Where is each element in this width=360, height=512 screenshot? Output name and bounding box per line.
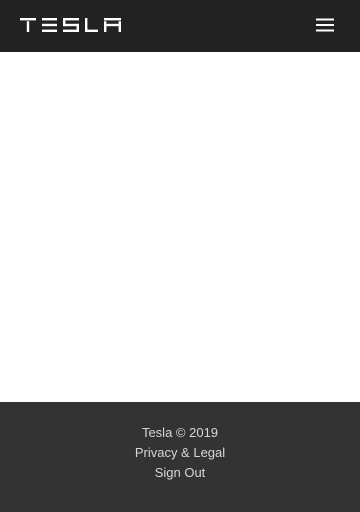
- tesla-logo[interactable]: [20, 18, 121, 32]
- page-footer: Tesla © 2019 Privacy & Legal Sign Out: [0, 402, 360, 512]
- copyright-text: Tesla © 2019: [141, 425, 219, 440]
- privacy-legal-link[interactable]: Privacy & Legal: [135, 445, 225, 460]
- main-content-area: [0, 52, 360, 402]
- sign-out-link[interactable]: Sign Out: [155, 465, 206, 480]
- top-nav-bar: [0, 0, 360, 52]
- menu-button[interactable]: [308, 10, 342, 40]
- tesla-wordmark-icon: [20, 18, 121, 32]
- hamburger-menu-icon: [316, 18, 334, 32]
